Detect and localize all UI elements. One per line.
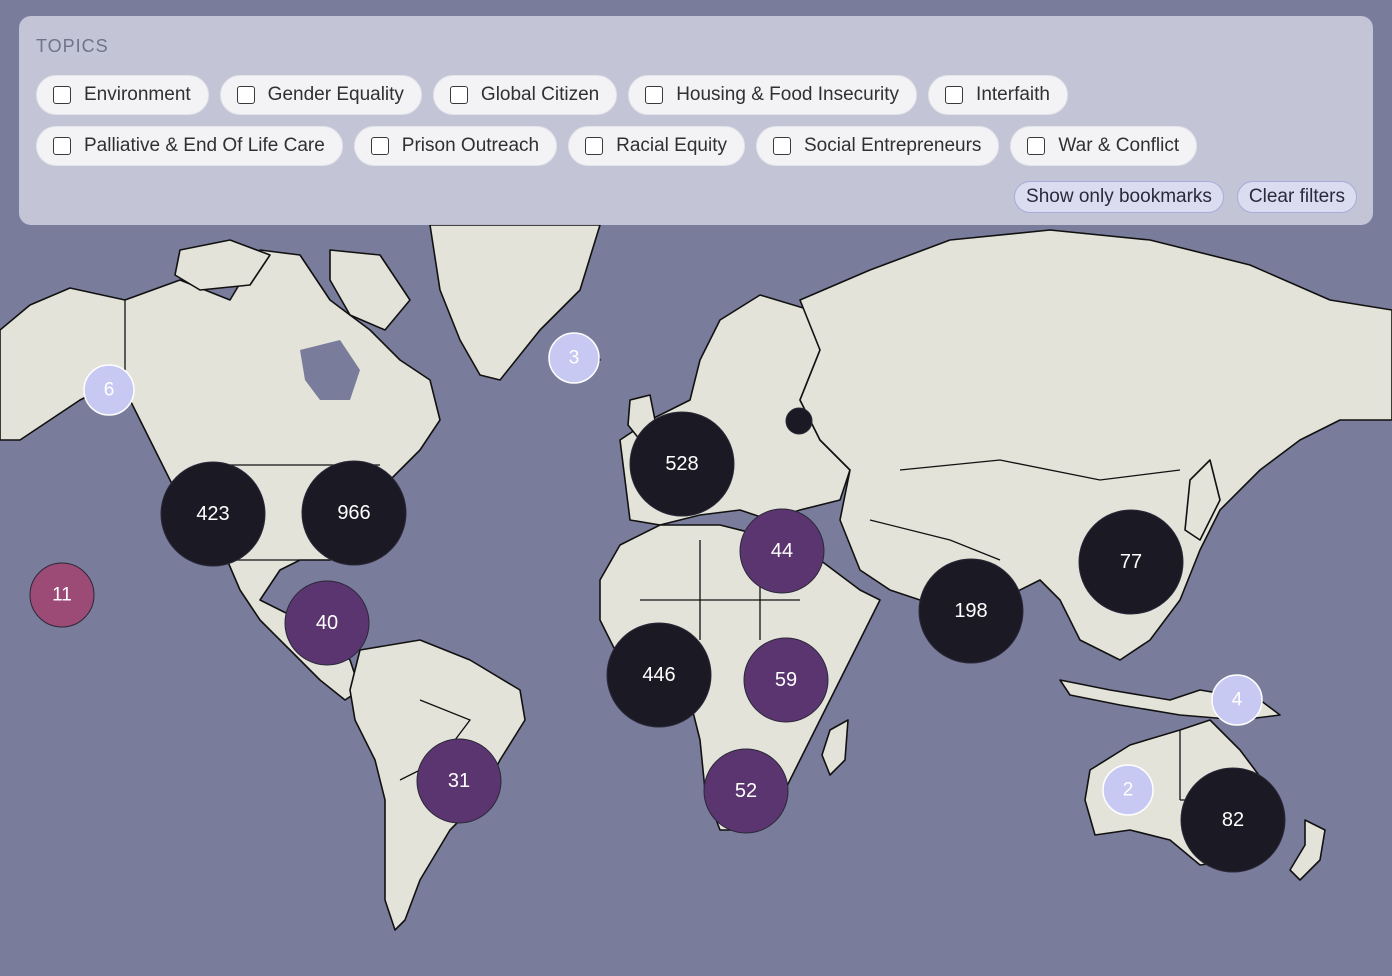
show-only-bookmarks-button[interactable]: Show only bookmarks bbox=[1014, 181, 1224, 213]
cluster-circle[interactable] bbox=[785, 407, 813, 435]
cluster-count-label: 3 bbox=[569, 348, 580, 369]
checkbox-icon[interactable] bbox=[945, 86, 964, 104]
cluster-count-label: 77 bbox=[1120, 551, 1142, 573]
cluster-marker-hawaii[interactable]: 11 bbox=[29, 562, 95, 628]
cluster-marker-alaska[interactable]: 6 bbox=[83, 364, 135, 416]
topic-checkbox-gender-equality[interactable]: Gender Equality bbox=[219, 75, 422, 115]
cluster-count-label: 6 bbox=[104, 380, 115, 401]
cluster-marker-east-africa[interactable]: 59 bbox=[743, 637, 829, 723]
cluster-marker-eastern-us[interactable]: 966 bbox=[301, 460, 407, 566]
topic-label: Social Entrepreneurs bbox=[803, 135, 982, 156]
checkbox-icon[interactable] bbox=[1027, 137, 1046, 155]
topic-row-1: Environment Gender Equality Global Citiz… bbox=[36, 75, 1068, 115]
cluster-marker-south-america[interactable]: 31 bbox=[416, 738, 502, 824]
filter-actions: Show only bookmarks Clear filters bbox=[1014, 181, 1357, 213]
cluster-count-label: 198 bbox=[954, 600, 987, 622]
new-zealand bbox=[1289, 819, 1326, 881]
checkbox-icon[interactable] bbox=[53, 137, 71, 155]
cluster-marker-russia[interactable] bbox=[785, 407, 813, 435]
checkbox-icon[interactable] bbox=[236, 86, 255, 104]
cluster-marker-western-us[interactable]: 423 bbox=[160, 461, 266, 567]
cluster-marker-west-africa[interactable]: 446 bbox=[606, 622, 712, 728]
checkbox-icon[interactable] bbox=[53, 86, 71, 104]
cluster-count-label: 446 bbox=[642, 664, 675, 686]
topic-checkbox-social-entrepreneurs[interactable]: Social Entrepreneurs bbox=[755, 126, 1000, 166]
topic-label: Housing & Food Insecurity bbox=[676, 84, 900, 105]
topic-checkbox-environment[interactable]: Environment bbox=[36, 75, 209, 115]
topic-label: Gender Equality bbox=[267, 84, 404, 105]
checkbox-icon[interactable] bbox=[645, 86, 664, 104]
clear-filters-button[interactable]: Clear filters bbox=[1236, 181, 1357, 213]
cluster-count-label: 52 bbox=[735, 780, 757, 802]
cluster-count-label: 82 bbox=[1222, 809, 1244, 831]
topic-row-2: Palliative & End Of Life Care Prison Out… bbox=[36, 126, 1198, 166]
cluster-marker-iceland[interactable]: 3 bbox=[548, 332, 600, 384]
cluster-count-label: 966 bbox=[337, 502, 370, 524]
topic-checkbox-racial-equity[interactable]: Racial Equity bbox=[568, 126, 745, 166]
cluster-marker-papua[interactable]: 4 bbox=[1211, 674, 1263, 726]
topic-label: Palliative & End Of Life Care bbox=[84, 135, 325, 156]
checkbox-icon[interactable] bbox=[772, 137, 791, 155]
topics-title: TOPICS bbox=[36, 36, 109, 56]
topic-label: Racial Equity bbox=[616, 135, 727, 156]
topic-label: Interfaith bbox=[976, 84, 1050, 105]
topic-label: War & Conflict bbox=[1058, 135, 1180, 156]
topic-label: Global Citizen bbox=[480, 84, 600, 105]
topic-checkbox-global-citizen[interactable]: Global Citizen bbox=[432, 75, 618, 115]
cluster-marker-eastern-australia[interactable]: 82 bbox=[1180, 767, 1286, 873]
cluster-count-label: 44 bbox=[771, 540, 793, 562]
cluster-count-label: 2 bbox=[1123, 780, 1134, 801]
checkbox-icon[interactable] bbox=[449, 86, 468, 104]
cluster-marker-europe[interactable]: 528 bbox=[629, 411, 735, 517]
topics-filter-panel: TOPICS Environment Gender Equality Globa… bbox=[19, 16, 1373, 225]
cluster-count-label: 4 bbox=[1232, 690, 1243, 711]
cluster-marker-south-asia[interactable]: 198 bbox=[918, 558, 1024, 664]
checkbox-icon[interactable] bbox=[585, 137, 604, 155]
cluster-count-label: 40 bbox=[316, 612, 338, 634]
cluster-count-label: 11 bbox=[52, 585, 72, 606]
cluster-marker-central-america[interactable]: 40 bbox=[284, 580, 370, 666]
topic-checkbox-prison-outreach[interactable]: Prison Outreach bbox=[353, 126, 558, 166]
topic-label: Prison Outreach bbox=[401, 135, 540, 156]
cluster-marker-southern-africa[interactable]: 52 bbox=[703, 748, 789, 834]
topic-checkbox-palliative-care[interactable]: Palliative & End Of Life Care bbox=[36, 126, 343, 166]
topic-checkbox-war-conflict[interactable]: War & Conflict bbox=[1010, 126, 1198, 166]
topic-checkbox-housing-food-insecurity[interactable]: Housing & Food Insecurity bbox=[628, 75, 918, 115]
cluster-marker-east-asia[interactable]: 77 bbox=[1078, 509, 1184, 615]
cluster-marker-western-australia[interactable]: 2 bbox=[1102, 764, 1154, 816]
cluster-count-label: 528 bbox=[665, 453, 698, 475]
cluster-count-label: 423 bbox=[196, 503, 229, 525]
cluster-count-label: 59 bbox=[775, 669, 797, 691]
topic-label: Environment bbox=[84, 84, 191, 105]
madagascar bbox=[821, 719, 849, 776]
cluster-count-label: 31 bbox=[448, 770, 470, 792]
topic-checkbox-interfaith[interactable]: Interfaith bbox=[928, 75, 1068, 115]
cluster-marker-middle-east[interactable]: 44 bbox=[739, 508, 825, 594]
checkbox-icon[interactable] bbox=[370, 137, 389, 155]
